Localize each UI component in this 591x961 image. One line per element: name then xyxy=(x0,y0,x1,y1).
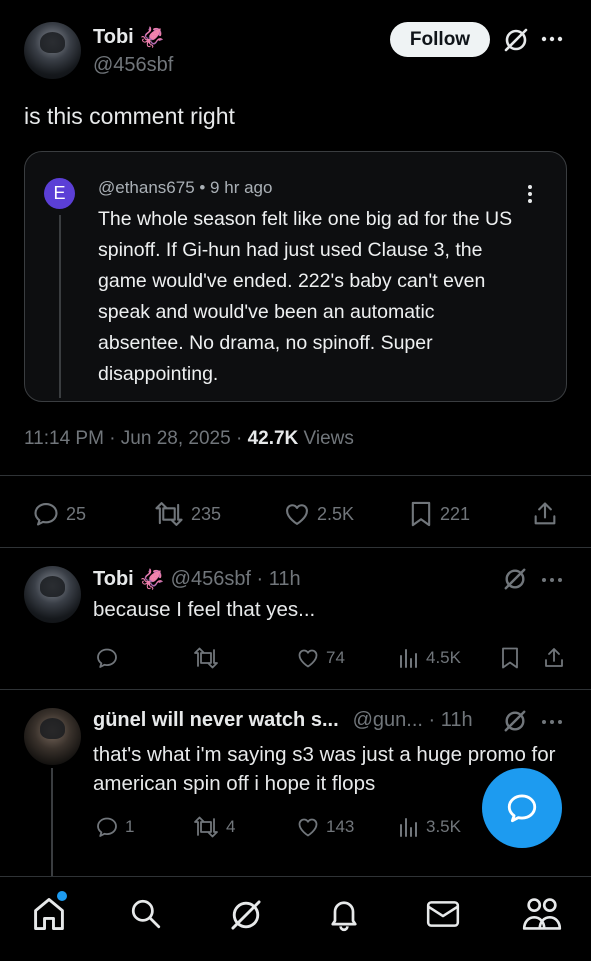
share-icon[interactable] xyxy=(531,500,559,528)
more-options-icon[interactable] xyxy=(541,36,563,42)
reply-author-name: günel will never watch s... xyxy=(93,709,339,731)
repost-icon xyxy=(192,815,220,839)
comment-body: The whole season felt like one big ad fo… xyxy=(98,208,513,385)
reply-icon xyxy=(95,646,119,670)
views-count: 3.5K xyxy=(426,817,461,836)
messages-icon[interactable] xyxy=(425,899,461,929)
heart-icon xyxy=(283,500,311,528)
follow-button[interactable]: Follow xyxy=(390,22,490,57)
views-count[interactable]: 42.7K xyxy=(248,428,299,449)
commenter-avatar: E xyxy=(44,178,75,209)
repost-button[interactable]: 4 xyxy=(192,815,235,839)
search-icon[interactable] xyxy=(129,897,163,931)
grok-icon[interactable] xyxy=(503,27,529,53)
author-handle[interactable]: @456sbf xyxy=(93,54,173,77)
views-button[interactable]: 4.5K xyxy=(398,646,461,670)
author-avatar[interactable] xyxy=(24,22,81,79)
reply-icon xyxy=(95,815,119,839)
heart-icon xyxy=(296,646,320,670)
more-options-icon[interactable] xyxy=(541,577,563,583)
reply-text: because I feel that yes... xyxy=(93,598,316,621)
reply-button[interactable]: 1 xyxy=(95,815,134,839)
divider xyxy=(0,547,591,548)
thread-line xyxy=(51,768,53,878)
bottom-nav xyxy=(0,876,591,961)
reply-count: 25 xyxy=(66,503,87,524)
heart-icon xyxy=(296,815,320,839)
repost-button[interactable] xyxy=(192,646,226,670)
analytics-icon xyxy=(398,815,420,839)
repost-icon xyxy=(153,500,185,528)
like-count: 143 xyxy=(326,817,355,836)
divider xyxy=(0,475,591,476)
share-icon[interactable] xyxy=(542,646,566,670)
comment-more-icon[interactable] xyxy=(527,184,533,204)
post-timestamp-row: 11:14 PM · Jun 28, 2025 · 42.7K Views xyxy=(24,428,354,450)
like-count: 74 xyxy=(326,648,345,667)
notification-dot xyxy=(57,891,67,901)
bookmark-icon xyxy=(408,500,434,528)
quoted-comment-card[interactable]: E @ethans675 • 9 hr ago The whole season… xyxy=(24,151,567,402)
repost-count: 235 xyxy=(191,503,222,524)
communities-icon[interactable] xyxy=(522,895,562,933)
squid-emoji: 🦑 xyxy=(139,569,165,591)
reply-button[interactable] xyxy=(95,646,125,670)
home-icon[interactable] xyxy=(31,891,67,933)
author-name: Tobi xyxy=(93,26,134,48)
views-button[interactable]: 3.5K xyxy=(398,815,461,839)
reply-header[interactable]: Tobi 🦑 @456sbf · 11h xyxy=(93,567,301,592)
like-button[interactable]: 74 xyxy=(296,646,345,670)
reply-icon xyxy=(32,500,60,528)
repost-icon xyxy=(192,646,220,670)
like-count: 2.5K xyxy=(317,503,355,524)
reply-button[interactable]: 25 xyxy=(32,500,86,528)
views-label: Views xyxy=(298,428,354,449)
like-button[interactable]: 143 xyxy=(296,815,354,839)
author-name-row[interactable]: Tobi 🦑 xyxy=(93,25,165,50)
post-text: is this comment right xyxy=(24,103,235,129)
grok-icon[interactable] xyxy=(503,567,527,591)
like-button[interactable]: 2.5K xyxy=(283,500,354,528)
floating-reply-button[interactable] xyxy=(482,768,562,848)
reply-handle-time: @456sbf · 11h xyxy=(170,568,301,590)
post-timestamp: 11:14 PM · Jun 28, 2025 · xyxy=(24,428,248,449)
thread-line xyxy=(59,215,61,398)
notifications-icon[interactable] xyxy=(327,896,361,932)
reply-bubble-icon xyxy=(505,791,539,825)
bookmark-icon[interactable] xyxy=(499,646,521,670)
reply-handle-time: @gun... · 11h xyxy=(352,709,473,731)
views-count: 4.5K xyxy=(426,648,461,667)
analytics-icon xyxy=(398,646,420,670)
reply-avatar[interactable] xyxy=(24,708,81,765)
grok-icon[interactable] xyxy=(229,898,263,932)
divider xyxy=(0,689,591,690)
reply-header[interactable]: günel will never watch s... @gun... · 11… xyxy=(93,709,473,732)
reply-author-name: Tobi xyxy=(93,568,134,590)
comment-meta: @ethans675 • 9 hr ago xyxy=(98,178,273,197)
reply-count: 1 xyxy=(125,817,135,836)
repost-count: 4 xyxy=(226,817,236,836)
bookmark-button[interactable]: 221 xyxy=(408,500,470,528)
grok-icon[interactable] xyxy=(503,709,527,733)
more-options-icon[interactable] xyxy=(541,719,563,725)
reply-avatar[interactable] xyxy=(24,566,81,623)
squid-emoji: 🦑 xyxy=(139,27,165,49)
bookmark-count: 221 xyxy=(440,503,471,524)
repost-button[interactable]: 235 xyxy=(153,500,221,528)
